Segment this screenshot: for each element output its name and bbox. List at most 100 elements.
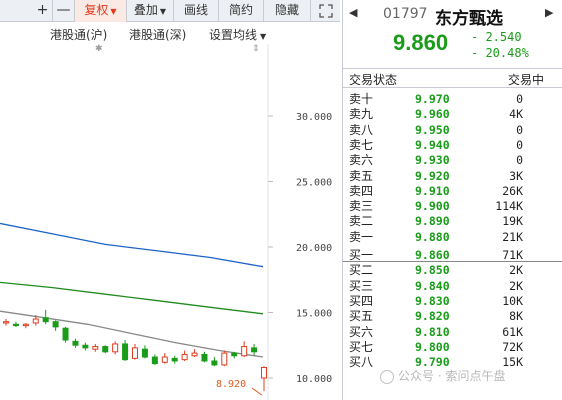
trading-status-label: 交易状态 — [349, 73, 398, 87]
order-book-row[interactable]: 卖一 9.880 21K — [343, 230, 562, 245]
candle-body — [92, 346, 99, 350]
candle-body — [201, 353, 208, 362]
candle-body — [52, 321, 59, 328]
order-volume: 114K — [495, 199, 523, 214]
stock-code: 01797 — [383, 6, 428, 22]
wechat-logo-icon — [380, 369, 394, 384]
chevron-down-icon: ▼ — [159, 7, 167, 16]
watermark-text: 公众号 · 索问点午盘 — [398, 369, 506, 383]
order-volume: 10K — [502, 293, 523, 308]
order-level-label: 买四 — [349, 293, 374, 308]
candle-body — [12, 323, 19, 327]
order-book-row[interactable]: 卖六 9.930 0 — [343, 153, 562, 168]
candle-body — [181, 353, 188, 361]
last-price: 9.860 — [393, 30, 449, 55]
candle-body — [211, 360, 218, 366]
draw-line-button[interactable]: 画线 — [174, 0, 219, 22]
order-book-row[interactable]: 卖七 9.940 0 — [343, 138, 562, 153]
ma-settings-dropdown[interactable]: 设置均线 ▼ — [209, 26, 266, 43]
order-volume: 0 — [516, 122, 523, 137]
order-volume: 61K — [502, 324, 523, 339]
candle-body — [102, 346, 109, 353]
order-level-label: 卖四 — [349, 183, 374, 198]
order-volume: 72K — [502, 339, 523, 354]
y-tick-label: 20.000 — [296, 243, 332, 254]
order-price: 9.960 — [415, 107, 450, 122]
candle-body — [251, 347, 258, 353]
candle-body — [72, 340, 79, 346]
order-price: 9.800 — [415, 339, 450, 354]
y-axis: 30.000 25.000 20.000 15.000 10.000 — [268, 112, 332, 385]
chart-toolbar: + — 复权 ▼ 叠加 ▼ 画线 简约 隐藏 — [0, 0, 340, 22]
ma-short-line — [0, 310, 264, 358]
order-price: 9.820 — [415, 309, 450, 324]
order-price: 9.970 — [415, 92, 450, 106]
candle-body — [42, 317, 49, 323]
order-book-row[interactable]: 卖八 9.950 0 — [343, 123, 562, 138]
candle-body — [241, 346, 248, 357]
order-level-label: 买六 — [349, 324, 374, 339]
zoom-in-button[interactable]: + — [33, 0, 53, 22]
hk-connect-sh-link[interactable]: 港股通(沪) — [50, 26, 107, 43]
order-level-label: 卖十 — [349, 92, 374, 106]
order-price: 9.890 — [415, 214, 450, 229]
order-volume: 0 — [516, 92, 523, 106]
stock-name: 东方甄选 — [435, 9, 503, 29]
quote-panel: ◀ 01797 东方甄选 ▶ 9.860 - 2.540 - 20.48% 交易… — [342, 0, 562, 400]
hide-button[interactable]: 隐藏 — [264, 0, 311, 22]
order-volume: 0 — [516, 137, 523, 152]
hk-connect-sz-link[interactable]: 港股通(深) — [129, 26, 186, 43]
price-change-pct: - 20.48% — [471, 46, 529, 60]
order-book-row[interactable]: 买二 9.850 2K — [343, 263, 562, 278]
y-tick-label: 15.000 — [296, 309, 332, 320]
y-tick-label: 30.000 — [296, 112, 332, 123]
order-book-row[interactable]: 卖十 9.970 0 — [343, 92, 562, 107]
ma-settings-label: 设置均线 — [209, 28, 258, 42]
chevron-down-icon: ▼ — [110, 7, 117, 16]
candle-body — [62, 327, 69, 341]
order-book-row[interactable]: 买六 9.810 61K — [343, 325, 562, 340]
order-level-label: 卖五 — [349, 168, 374, 183]
prev-stock-icon[interactable]: ◀ — [349, 6, 357, 19]
candle-body — [3, 321, 9, 324]
kline-chart-svg: 30.000 25.000 20.000 15.000 10.000 8.920 — [0, 44, 332, 400]
order-volume: 26K — [502, 183, 523, 198]
adjust-price-dropdown[interactable]: 复权 ▼ — [75, 0, 127, 22]
order-level-label: 卖六 — [349, 153, 374, 168]
kline-chart[interactable]: 30.000 25.000 20.000 15.000 10.000 8.920 — [0, 44, 340, 400]
y-tick-label: 25.000 — [296, 178, 332, 189]
ma-mid-line — [0, 281, 264, 315]
order-price: 9.950 — [415, 122, 450, 137]
candle-body — [221, 352, 228, 366]
order-price: 9.930 — [415, 153, 450, 168]
order-level-label: 买五 — [349, 309, 374, 324]
order-volume: 8K — [509, 309, 523, 324]
order-book-row[interactable]: 卖五 9.920 3K — [343, 169, 562, 184]
order-book-row[interactable]: 卖三 9.900 114K — [343, 199, 562, 214]
order-volume: 0 — [516, 153, 523, 168]
zoom-out-button[interactable]: — — [53, 0, 75, 22]
adjust-price-label: 复权 — [84, 3, 109, 17]
order-price: 9.840 — [415, 278, 450, 293]
y-tick-label: 10.000 — [296, 374, 332, 385]
overlay-label: 叠加 — [133, 3, 158, 17]
order-book-row[interactable]: 买三 9.840 2K — [343, 279, 562, 294]
low-price-pointer — [251, 387, 263, 396]
candle-body — [132, 347, 138, 359]
order-volume: 2K — [509, 278, 523, 293]
next-stock-icon[interactable]: ▶ — [545, 6, 553, 19]
order-book-row[interactable]: 卖九 9.960 4K — [343, 107, 562, 122]
order-level-label: 卖八 — [349, 122, 374, 137]
simple-mode-button[interactable]: 简约 — [219, 0, 264, 22]
order-book-row[interactable]: 卖二 9.890 19K — [343, 214, 562, 229]
order-book-row[interactable]: 卖四 9.910 26K — [343, 184, 562, 199]
expand-icon[interactable] — [311, 0, 340, 22]
candle-body — [82, 344, 89, 349]
low-price-label: 8.920 — [216, 379, 246, 390]
candle-body — [171, 357, 178, 362]
order-book-row[interactable]: 买七 9.800 72K — [343, 340, 562, 355]
order-level-label: 买七 — [349, 339, 374, 354]
order-book-row[interactable]: 买四 9.830 10K — [343, 294, 562, 309]
overlay-dropdown[interactable]: 叠加 ▼ — [127, 0, 174, 22]
order-book-row[interactable]: 买五 9.820 8K — [343, 309, 562, 324]
